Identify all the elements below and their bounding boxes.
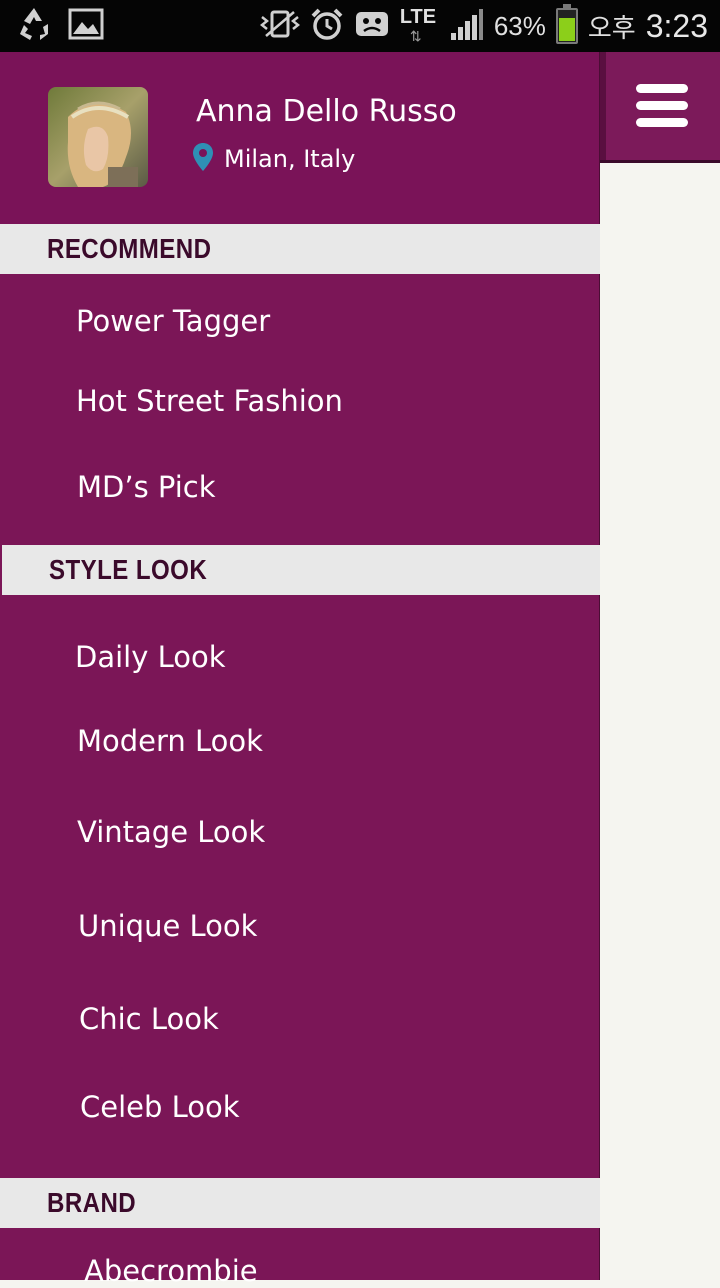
clock: 3:23 bbox=[645, 7, 708, 44]
am-pm-label: 오후 bbox=[587, 13, 636, 44]
main-content bbox=[600, 163, 720, 1280]
alarm-icon bbox=[310, 7, 344, 45]
menu-item-vintage-look[interactable]: Vintage Look bbox=[77, 815, 265, 849]
section-title: BRAND bbox=[47, 1187, 137, 1218]
menu-item-modern-look[interactable]: Modern Look bbox=[77, 724, 263, 758]
avatar[interactable] bbox=[48, 87, 148, 187]
profile-name: Anna Dello Russo bbox=[196, 94, 457, 129]
menu-item-daily-look[interactable]: Daily Look bbox=[75, 640, 226, 674]
section-title: STYLE LOOK bbox=[49, 554, 208, 585]
menu-item-chic-look[interactable]: Chic Look bbox=[79, 1002, 219, 1036]
signal-icon bbox=[450, 7, 484, 45]
section-header-brand: BRAND bbox=[0, 1178, 600, 1228]
notification-icon bbox=[354, 9, 390, 43]
status-left-icons bbox=[14, 6, 104, 46]
top-bar-edge bbox=[600, 52, 606, 160]
status-right-icons: LTE ⇅ 63% 오후 3:23 bbox=[259, 4, 708, 48]
hamburger-icon[interactable] bbox=[636, 84, 690, 128]
network-label: LTE bbox=[399, 6, 437, 28]
recycle-icon bbox=[14, 4, 54, 48]
location-label: Milan, Italy bbox=[224, 145, 356, 173]
lte-icon: LTE ⇅ bbox=[400, 6, 440, 46]
status-bar: LTE ⇅ 63% 오후 3:23 bbox=[0, 0, 720, 52]
profile-location: Milan, Italy bbox=[192, 142, 355, 176]
image-icon bbox=[68, 8, 104, 44]
vibrate-icon bbox=[259, 9, 300, 43]
battery-percent: 63% bbox=[493, 10, 546, 41]
menu-item-hot-street-fashion[interactable]: Hot Street Fashion bbox=[76, 384, 343, 418]
menu-item-power-tagger[interactable]: Power Tagger bbox=[76, 304, 270, 338]
section-title: RECOMMEND bbox=[47, 233, 212, 264]
menu-item-abecrombie[interactable]: Abecrombie bbox=[84, 1254, 258, 1288]
battery-icon bbox=[555, 4, 578, 44]
profile-header[interactable]: Anna Dello Russo Milan, Italy bbox=[0, 52, 599, 224]
section-header-style-look: STYLE LOOK bbox=[2, 545, 605, 595]
map-pin-icon bbox=[192, 142, 214, 176]
navigation-drawer: Anna Dello Russo Milan, Italy RECOMMEND … bbox=[0, 52, 605, 1288]
menu-item-mds-pick[interactable]: MD’s Pick bbox=[77, 470, 216, 504]
menu-item-celeb-look[interactable]: Celeb Look bbox=[80, 1090, 240, 1124]
data-arrows-icon: ⇅ bbox=[409, 28, 422, 44]
section-header-recommend: RECOMMEND bbox=[0, 224, 600, 274]
menu-item-unique-look[interactable]: Unique Look bbox=[78, 909, 257, 943]
